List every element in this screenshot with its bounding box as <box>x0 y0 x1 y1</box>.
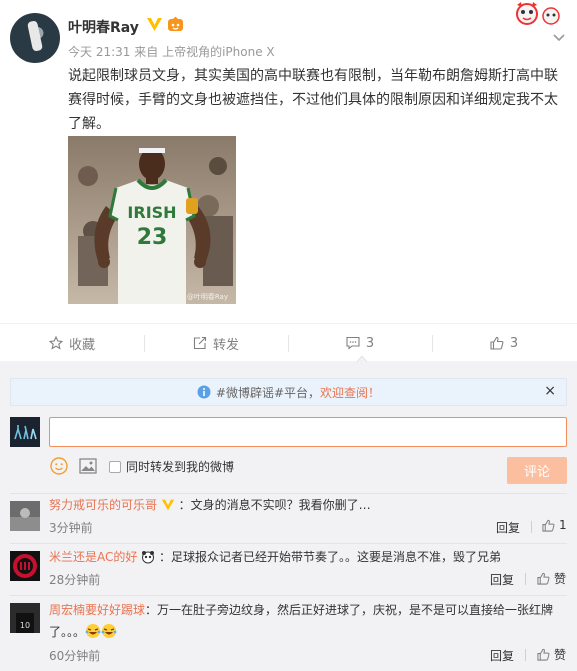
post-menu-chevron-icon[interactable] <box>553 34 565 42</box>
image-upload-icon[interactable] <box>79 458 97 474</box>
emoji-icon[interactable] <box>50 457 68 475</box>
star-icon <box>48 336 63 350</box>
weibo-post: 叶明春Ray 今天 21:31 来自 上帝视角的iPhone X 说起限制球员文… <box>0 0 577 323</box>
thumbs-up-icon <box>537 572 550 585</box>
post-action-bar: 收藏 转发 3 3 <box>0 323 577 361</box>
jersey-text: IRISH <box>127 203 176 222</box>
mascot-corner-icon <box>516 2 560 25</box>
laugh-cry-emoji-icon <box>85 624 101 638</box>
comment-time: 60分钟前 <box>49 649 101 663</box>
laugh-cry-emoji-icon <box>101 624 117 638</box>
repost-checkbox-label[interactable]: 同时转发到我的微博 <box>126 458 234 475</box>
comment-like-button[interactable]: 赞 <box>537 646 566 663</box>
action-divider <box>525 649 526 661</box>
post-image[interactable]: IRISH 23 @叶明春Ray <box>68 136 236 304</box>
reply-button[interactable]: 回复 <box>490 647 514 664</box>
repost-icon <box>193 336 207 350</box>
comment-text: ：足球报众记者已经开始带节奏了。。这要是消息不准，毁了兄弟 <box>159 550 502 564</box>
comment-divider <box>10 543 567 544</box>
notice-text: #微博辟谣#平台， <box>215 385 321 400</box>
info-icon <box>197 385 211 399</box>
comment-author[interactable]: 努力戒可乐的可乐哥 <box>49 498 157 512</box>
comment-avatar[interactable] <box>10 501 40 531</box>
active-tab-caret-icon <box>356 356 368 363</box>
image-watermark: @叶明春Ray <box>187 292 228 301</box>
comment-author[interactable]: 周宏楠要好好踢球 <box>49 603 145 617</box>
repost-checkbox[interactable] <box>109 461 121 473</box>
action-divider <box>525 573 526 585</box>
rumor-notice-bar: #微博辟谣#平台， 欢迎查阅！ × <box>10 378 567 406</box>
notice-close-button[interactable]: × <box>544 383 556 399</box>
author-name[interactable]: 叶明春Ray <box>68 17 139 37</box>
panda-badge-icon[interactable] <box>141 550 155 564</box>
comment-body: 米兰还是AC的好 ：足球报众记者已经开始带节奏了。。这要是消息不准，毁了兄弟 <box>49 546 501 568</box>
thumbs-up-icon <box>537 648 550 661</box>
action-divider <box>531 521 532 533</box>
comment-like-button[interactable]: 1 <box>542 518 567 532</box>
post-time[interactable]: 今天 21:31 <box>68 45 130 59</box>
repost-button[interactable]: 转发 <box>144 324 288 362</box>
comment-count: 3 <box>365 335 375 351</box>
reply-button[interactable]: 回复 <box>496 519 520 536</box>
comment-divider <box>10 595 567 596</box>
current-user-avatar[interactable] <box>10 417 40 447</box>
comment-like-count: 赞 <box>554 648 567 662</box>
reply-button[interactable]: 回复 <box>490 571 514 588</box>
thumbs-up-icon <box>542 519 555 532</box>
submit-comment-button[interactable]: 评论 <box>507 457 567 484</box>
thumbs-up-icon <box>490 336 504 350</box>
post-text: 说起限制球员文身，其实美国的高中联赛也有限制，当年勒布朗詹姆斯打高中联赛得时候，… <box>68 68 558 132</box>
svg-text:10: 10 <box>20 621 30 630</box>
favorite-label: 收藏 <box>68 337 95 353</box>
verified-badge-icon[interactable] <box>146 16 163 33</box>
comment-author[interactable]: 米兰还是AC的好 <box>49 550 137 564</box>
comment-body: 努力戒可乐的可乐哥 ：文身的消息不实呗？我看你删了… <box>49 494 371 516</box>
comment-avatar[interactable]: 10 <box>10 603 40 633</box>
post-source[interactable]: 上帝视角的iPhone X <box>162 45 275 59</box>
jersey-number: 23 <box>137 225 168 250</box>
comment-like-count: 赞 <box>554 572 567 586</box>
notice-link[interactable]: 欢迎查阅！ <box>320 384 380 401</box>
favorite-button[interactable]: 收藏 <box>0 324 144 362</box>
post-meta: 今天 21:31 来自 上帝视角的iPhone X <box>68 43 275 60</box>
comment-text: ：文身的消息不实呗？我看你删了… <box>178 498 371 512</box>
comment-avatar[interactable] <box>10 551 40 581</box>
comment-like-button[interactable]: 赞 <box>537 570 566 587</box>
comment-body: 周宏楠要好好踢球：万一在肚子旁边纹身，然后正好进球了，庆祝，是不是可以直接给一张… <box>49 599 569 643</box>
repost-label: 转发 <box>212 337 239 353</box>
vip-member-icon[interactable] <box>167 16 184 33</box>
comment-like-count: 1 <box>559 518 567 532</box>
verified-badge-icon[interactable] <box>161 498 175 512</box>
comment-time: 28分钟前 <box>49 573 101 587</box>
comment-input[interactable] <box>49 417 567 447</box>
like-button[interactable]: 3 <box>432 324 576 362</box>
like-count: 3 <box>509 335 519 351</box>
comment-icon <box>346 336 360 350</box>
author-avatar[interactable] <box>10 13 60 63</box>
source-prefix: 来自 <box>134 45 159 59</box>
comment-time: 3分钟前 <box>49 521 93 535</box>
